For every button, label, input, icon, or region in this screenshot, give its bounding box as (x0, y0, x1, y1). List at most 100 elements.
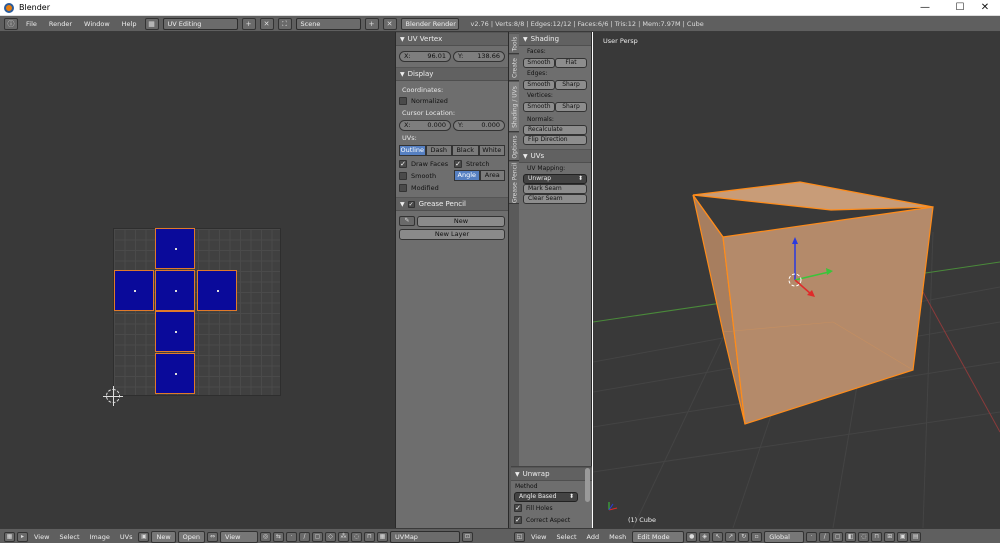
uv-mode-black[interactable]: Black (452, 145, 479, 156)
uv-vertex-y-field[interactable]: Y: 138.66 (453, 51, 505, 62)
vertices-sharp-button[interactable]: Sharp (555, 102, 587, 112)
cube-front-face[interactable] (722, 206, 934, 425)
3d-viewport[interactable]: User Persp (1) Cube (593, 32, 1000, 528)
correct-aspect-checkbox[interactable]: ✓ Correct Aspect (511, 514, 592, 526)
scene-close-icon[interactable]: ✕ (382, 17, 397, 30)
uv-vertex-x-field[interactable]: X: 96.01 (399, 51, 451, 62)
image-open-button[interactable]: Open (177, 530, 206, 543)
vertex-select-icon[interactable]: · (286, 531, 298, 542)
layout-close-icon[interactable]: ✕ (259, 17, 274, 30)
uv-face[interactable] (114, 270, 154, 311)
uv-editor-collapse-icon[interactable]: ▸ (17, 531, 28, 542)
uv-mode-outline[interactable]: Outline (399, 145, 426, 156)
uv-face[interactable] (155, 353, 195, 394)
sync-selection-icon[interactable]: ⇆ (273, 531, 285, 542)
info-editor-type-icon[interactable]: ⓘ (4, 17, 18, 30)
pin-icon[interactable]: ⇔ (207, 531, 219, 542)
uv-mode-dash[interactable]: Dash (425, 145, 452, 156)
uvs-panel-header[interactable]: ▼ UVs (519, 149, 591, 163)
manipulator-icon[interactable]: ↖ (712, 531, 724, 542)
snap-toggle-icon[interactable]: ⊓ (871, 531, 883, 542)
cube-top-face[interactable] (692, 181, 934, 211)
render-engine-dropdown[interactable]: Blender Render (400, 17, 459, 30)
scene-add-icon[interactable]: + (364, 17, 379, 30)
opengl-render-icon[interactable]: ▣ (897, 531, 909, 542)
scene-icon[interactable]: ⛶ (277, 17, 292, 30)
clear-seam-button[interactable]: Clear Seam (523, 194, 587, 204)
recalculate-button[interactable]: Recalculate (523, 125, 587, 135)
edge-mode-icon[interactable]: / (819, 531, 831, 542)
new-layer-button[interactable]: New Layer (399, 229, 505, 240)
face-mode-icon[interactable]: ▢ (832, 531, 844, 542)
menu-help[interactable]: Help (118, 20, 141, 28)
layout-add-icon[interactable]: + (241, 17, 256, 30)
uv-menu-view[interactable]: View (30, 533, 53, 541)
vertex-mode-icon[interactable]: · (806, 531, 818, 542)
edge-select-icon[interactable]: / (299, 531, 311, 542)
smooth-checkbox[interactable]: Smooth (399, 170, 450, 182)
uv-menu-image[interactable]: Image (86, 533, 114, 541)
uv-face[interactable] (155, 270, 195, 311)
uv-mode-white[interactable]: White (478, 145, 505, 156)
close-button[interactable]: ✕ (970, 0, 1000, 16)
mark-seam-button[interactable]: Mark Seam (523, 184, 587, 194)
unwrap-panel-header[interactable]: ▼ Unwrap (511, 467, 592, 481)
faces-smooth-button[interactable]: Smooth (523, 58, 555, 68)
uv-face[interactable] (155, 228, 195, 269)
lock-icon[interactable]: ⊡ (462, 531, 474, 542)
menu-render[interactable]: Render (45, 20, 76, 28)
uvmap-field[interactable]: UVMap (390, 530, 461, 543)
stretch-mode-angle[interactable]: Angle (454, 170, 480, 181)
translate-icon[interactable]: ↗ (725, 531, 737, 542)
island-select-icon[interactable]: ◇ (325, 531, 337, 542)
shading-panel-header[interactable]: ▼ Shading (519, 32, 591, 46)
uv-menu-uvs[interactable]: UVs (116, 533, 137, 541)
2d-cursor-icon[interactable] (103, 386, 123, 406)
uv-editor-type-icon[interactable]: ▦ (4, 531, 15, 542)
vp-menu-add[interactable]: Add (583, 533, 604, 541)
unwrap-dropdown[interactable]: Unwrap (523, 174, 587, 184)
vp-menu-mesh[interactable]: Mesh (605, 533, 630, 541)
display-panel-header[interactable]: ▼ Display (396, 67, 508, 81)
uv-image-editor[interactable] (0, 32, 395, 528)
uvmap-icon[interactable]: ▦ (377, 531, 389, 542)
rotate-icon[interactable]: ↻ (738, 531, 750, 542)
minimize-button[interactable]: — (910, 0, 940, 16)
scene-field[interactable]: Scene (295, 17, 361, 30)
grease-pencil-new-button[interactable]: New (417, 216, 505, 227)
modified-checkbox[interactable]: Modified (399, 182, 505, 194)
stretch-mode-area[interactable]: Area (479, 170, 505, 181)
face-select-icon[interactable]: ▢ (312, 531, 324, 542)
menu-file[interactable]: File (22, 20, 41, 28)
vp-menu-view[interactable]: View (527, 533, 550, 541)
grease-pencil-panel-header[interactable]: ▼ ✓ Grease Pencil (396, 197, 508, 211)
fill-holes-checkbox[interactable]: ✓ Fill Holes (511, 502, 592, 514)
orientation-dropdown[interactable]: Global (764, 530, 805, 543)
layout-grid-icon[interactable]: ▦ (144, 17, 159, 30)
uv-face[interactable] (155, 311, 195, 352)
layout-field[interactable]: UV Editing (162, 17, 238, 30)
snap-element-icon[interactable]: ⊞ (884, 531, 896, 542)
mode-dropdown[interactable]: Edit Mode (632, 530, 685, 543)
proportional-edit-icon[interactable]: ◌ (351, 531, 363, 542)
unwrap-scrollbar[interactable] (585, 468, 590, 502)
stretch-checkbox[interactable]: ✓ Stretch (454, 158, 505, 170)
viewport-editor-type-icon[interactable]: ◱ (514, 531, 525, 542)
uv-menu-select[interactable]: Select (55, 533, 83, 541)
scale-icon[interactable]: ▫ (751, 531, 763, 542)
vertices-smooth-button[interactable]: Smooth (523, 102, 555, 112)
snap-icon[interactable]: ⊓ (364, 531, 376, 542)
pivot-icon[interactable]: ◎ (260, 531, 272, 542)
edges-smooth-button[interactable]: Smooth (523, 80, 555, 90)
edges-sharp-button[interactable]: Sharp (555, 80, 587, 90)
normalized-checkbox[interactable]: Normalized (399, 95, 505, 107)
stretch-mode-selector[interactable]: Angle Area (454, 170, 505, 182)
cursor-y-field[interactable]: Y: 0.000 (453, 120, 505, 131)
proportional-icon[interactable]: ◌ (858, 531, 870, 542)
pivot-point-icon[interactable]: ◈ (699, 531, 711, 542)
vp-menu-select[interactable]: Select (552, 533, 580, 541)
uv-view-dropdown[interactable]: View (220, 530, 259, 543)
limit-selection-icon[interactable]: ◧ (845, 531, 857, 542)
uv-vertex-panel-header[interactable]: ▼ UV Vertex (396, 32, 508, 46)
uv-face[interactable] (197, 270, 237, 311)
